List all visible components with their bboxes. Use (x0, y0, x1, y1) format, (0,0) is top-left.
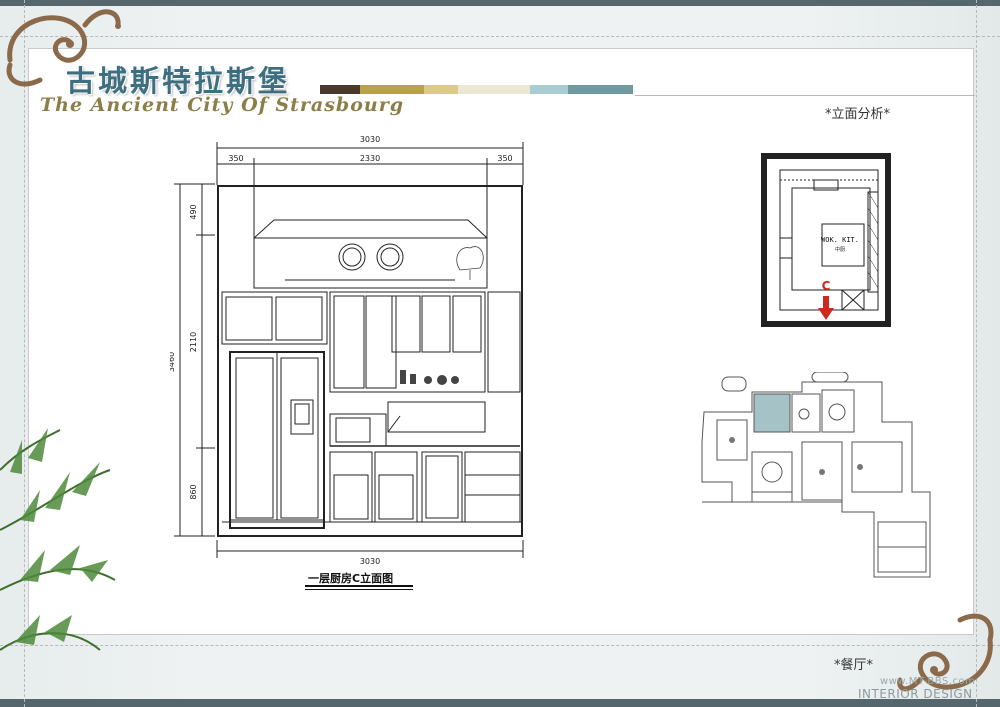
elevation-caption: 一层厨房C立面图 (308, 572, 394, 585)
dim-left-bottom: 860 (189, 484, 198, 499)
dim-top-left: 350 (228, 154, 243, 163)
swatch (530, 85, 568, 94)
title-english: The Ancient City Of Strasbourg (40, 94, 404, 116)
plan-room-label: WOK. KIT. (821, 236, 859, 244)
top-band (0, 0, 1000, 6)
caption-underline-thin (305, 589, 413, 590)
swatch (568, 85, 633, 94)
watermark-site: www.MT-BBS.com (880, 676, 976, 687)
frame-line-bottom (0, 645, 1000, 646)
plan-room-sublabel: 中厨 (835, 246, 845, 253)
swatch (360, 85, 424, 94)
header-rule (635, 95, 975, 96)
palm-plant-icon (0, 428, 116, 651)
section-label-elevation-analysis: *立面分析* (824, 107, 890, 122)
footer-label-dining: *餐厅* (834, 658, 874, 673)
view-direction-arrow-icon (818, 296, 834, 320)
kitchen-elevation-drawing: 3030 350 2330 350 3030 3460 490 2110 860 (170, 135, 524, 566)
floor-plan-thumbnail (701, 372, 931, 578)
dim-top-mid: 2330 (360, 154, 380, 163)
swatch (424, 85, 458, 94)
color-swatch-bar (320, 85, 633, 94)
view-marker-label: C (822, 279, 831, 293)
dim-top-total: 3030 (360, 135, 380, 144)
dim-bottom-total: 3030 (360, 557, 380, 566)
swatch (320, 85, 360, 94)
swatch (458, 85, 530, 94)
dim-left-total: 3460 (170, 352, 176, 372)
dim-top-right: 350 (497, 154, 512, 163)
frame-line-top (0, 36, 1000, 37)
caption-underline (305, 585, 413, 587)
kitchen-key-plan: WOK. KIT. 中厨 C (761, 153, 891, 327)
watermark-interior-design: INTERIOR DESIGN (858, 687, 973, 701)
dim-left-mid: 2110 (189, 332, 198, 352)
bottom-band (0, 699, 1000, 707)
dim-left-top: 490 (189, 204, 198, 219)
